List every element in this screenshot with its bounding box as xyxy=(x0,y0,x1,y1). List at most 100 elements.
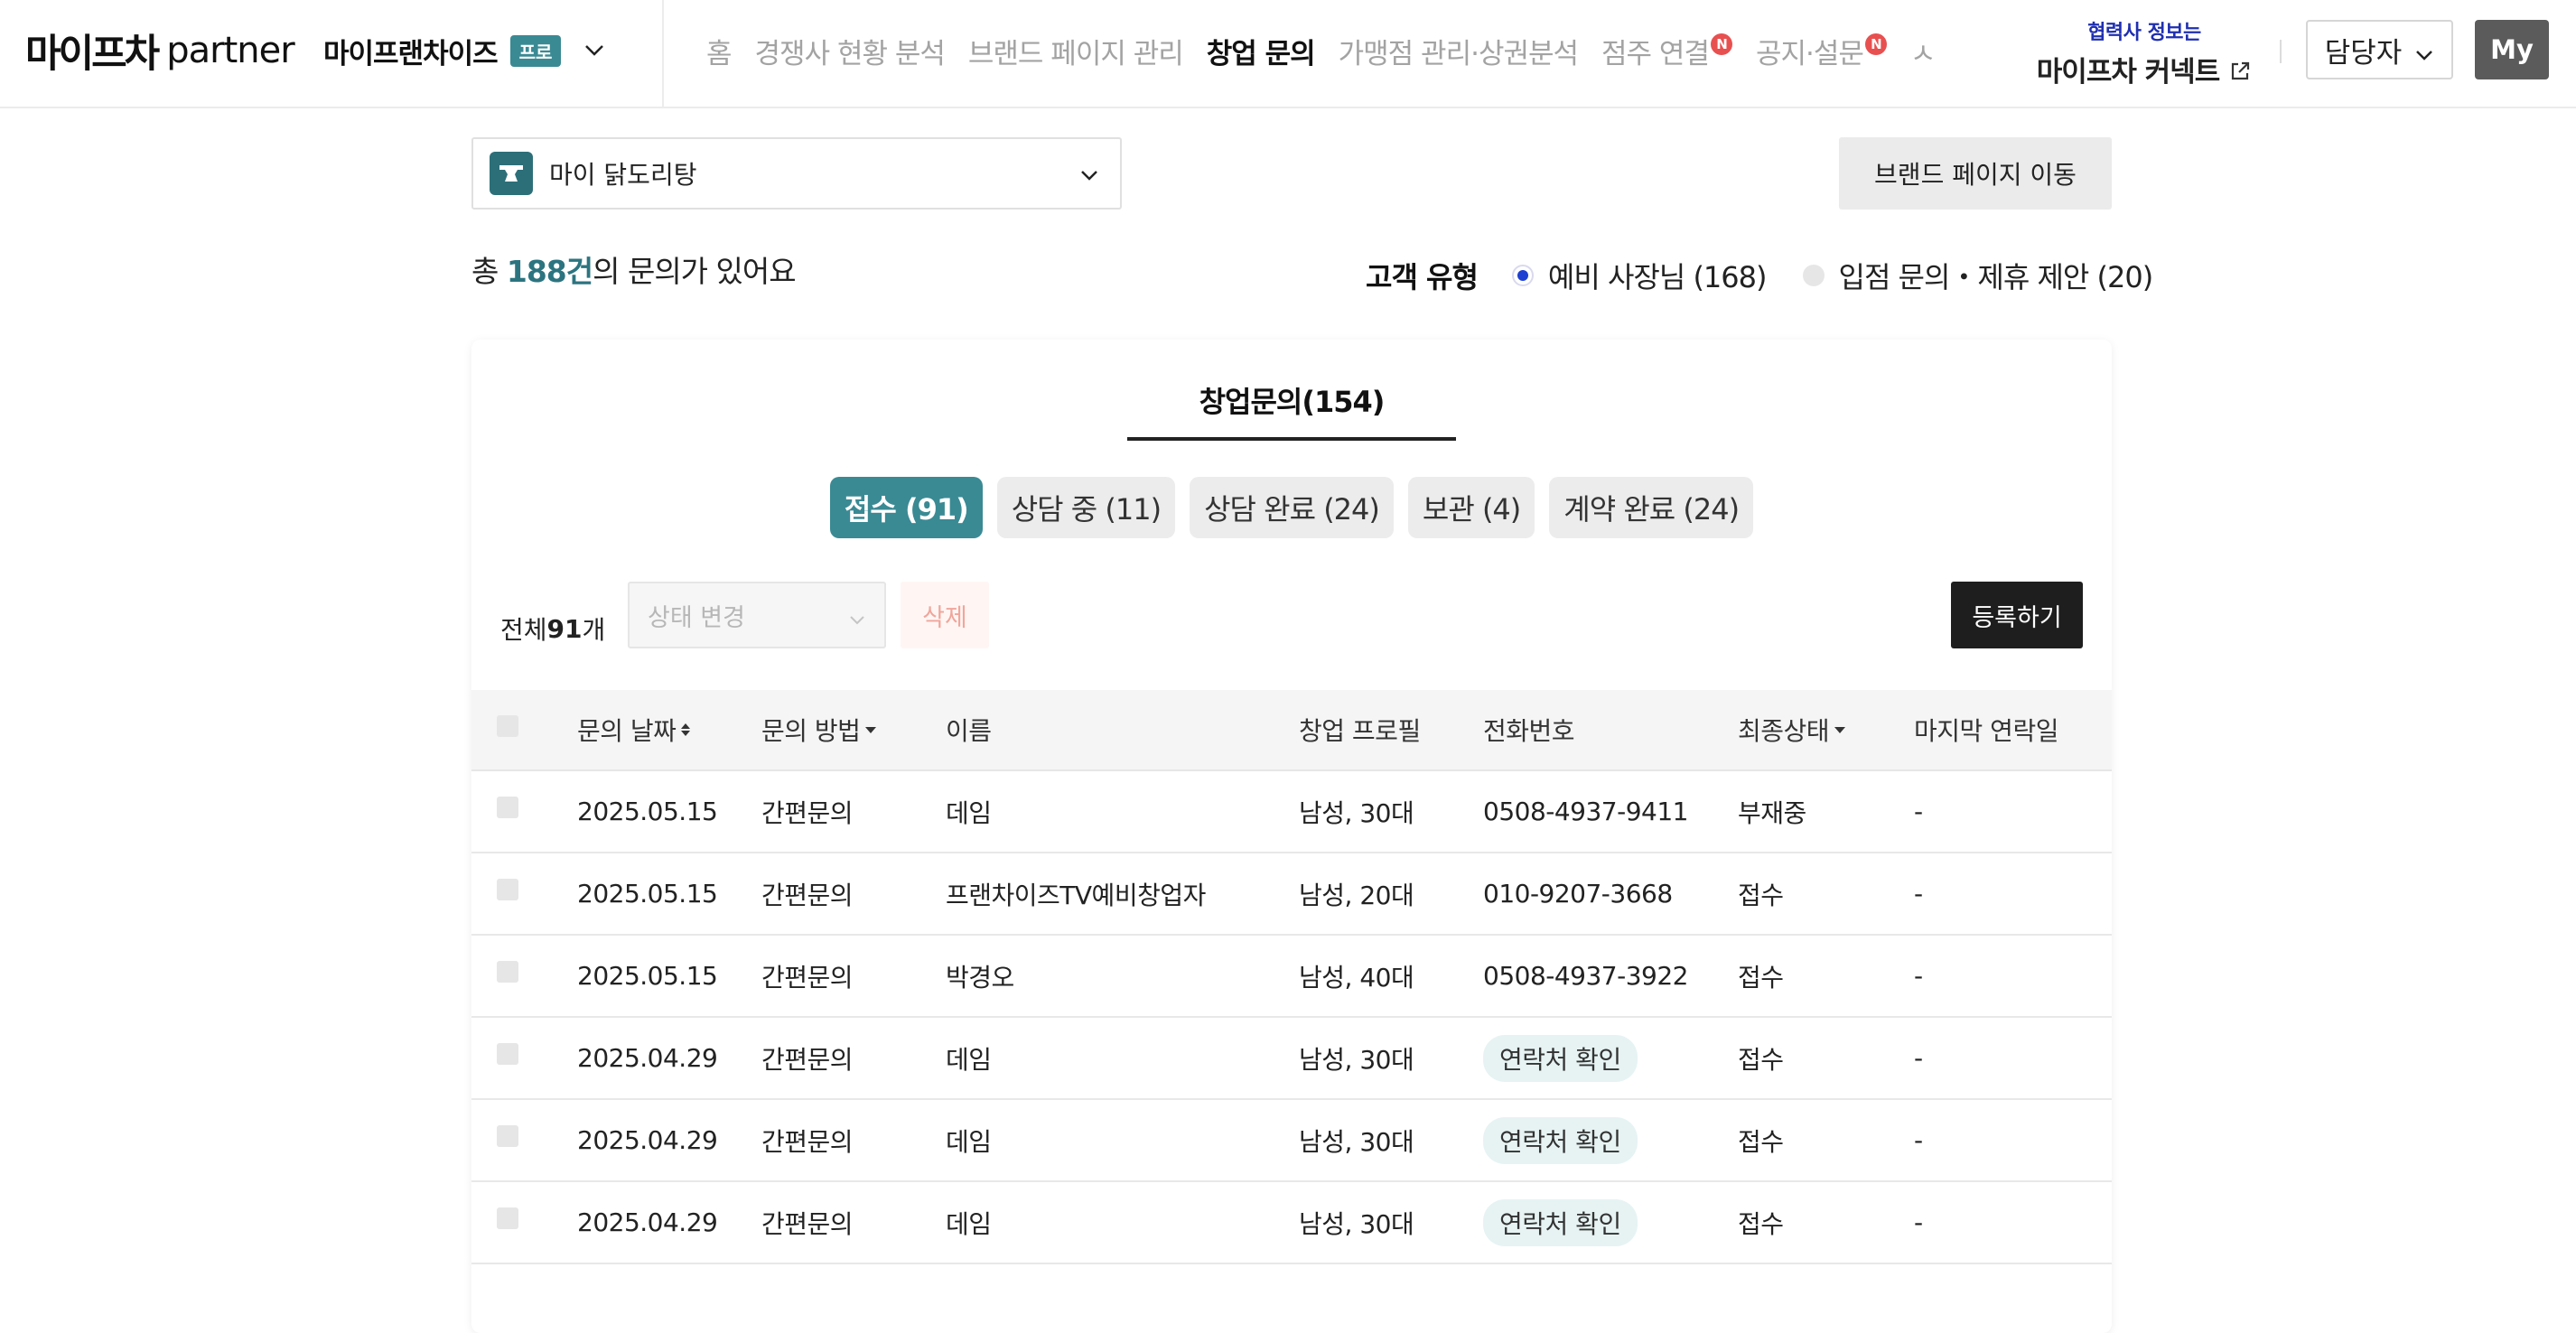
table-row[interactable]: 2025.05.15 간편문의 데임 남성, 30대 0508-4937-941… xyxy=(471,771,2112,853)
row-checkbox[interactable] xyxy=(497,1125,518,1147)
total-count: 188건 xyxy=(506,254,593,289)
header-divider-small xyxy=(2280,40,2282,63)
contact-reveal-button[interactable]: 연락처 확인 xyxy=(1483,1198,1638,1246)
row-checkbox[interactable] xyxy=(497,1043,518,1065)
column-header-phone: 전화번호 xyxy=(1483,716,1575,746)
cell-profile: 남성, 30대 xyxy=(1299,1126,1414,1157)
delete-button[interactable]: 삭제 xyxy=(901,582,989,648)
cell-last-contact: - xyxy=(1914,1125,1923,1155)
row-checkbox[interactable] xyxy=(497,879,518,900)
radio-prospective-owner[interactable]: 예비 사장님 (168) xyxy=(1511,255,1767,296)
cell-method: 간편문의 xyxy=(761,797,854,828)
brand-selector[interactable]: 마이 닭도리탕 xyxy=(471,137,1122,210)
cell-method: 간편문의 xyxy=(761,1208,854,1239)
status-tab-consulting[interactable]: 상담 중 (11) xyxy=(996,477,1176,538)
cell-phone: 0508-4937-9411 xyxy=(1483,797,1688,826)
radio-partnership[interactable]: 입점 문의・제휴 제안 (20) xyxy=(1802,255,2153,296)
table-row[interactable]: 2025.04.29 간편문의 데임 남성, 30대 연락처 확인 접수 - xyxy=(471,1100,2112,1182)
brand-page-button[interactable]: 브랜드 페이지 이동 xyxy=(1839,137,2112,210)
table-row[interactable]: 2025.05.15 간편문의 프랜차이즈TV예비창업자 남성, 20대 010… xyxy=(471,853,2112,936)
column-header-status[interactable]: 최종상태 xyxy=(1738,690,1846,769)
total-inquiries: 총 188건의 문의가 있어요 xyxy=(471,254,797,289)
nav-item-competitor[interactable]: 경쟁사 현황 분석 xyxy=(755,31,946,71)
cell-date: 2025.05.15 xyxy=(577,797,718,826)
status-tab-contracted[interactable]: 계약 완료 (24) xyxy=(1549,477,1754,538)
cell-date: 2025.04.29 xyxy=(577,1207,718,1237)
cell-profile: 남성, 30대 xyxy=(1299,1044,1414,1075)
row-checkbox[interactable] xyxy=(497,1207,518,1229)
connect-title: 마이프차 커넥트 xyxy=(2036,56,2220,89)
cell-last-contact: - xyxy=(1914,961,1923,991)
table-row[interactable]: 2025.05.15 간편문의 박경오 남성, 40대 0508-4937-39… xyxy=(471,936,2112,1018)
company-selector[interactable]: 마이프랜차이즈 프로 xyxy=(323,27,606,74)
cell-date: 2025.04.29 xyxy=(577,1043,718,1073)
item-count: 전체 91 개 xyxy=(500,613,606,646)
new-badge: N xyxy=(1864,33,1887,55)
cell-last-contact: - xyxy=(1914,879,1923,909)
register-button[interactable]: 등록하기 xyxy=(1951,582,2083,648)
cell-status: 접수 xyxy=(1738,880,1784,910)
cell-date: 2025.04.29 xyxy=(577,1125,718,1155)
nav-item-startup-inquiry[interactable]: 창업 문의 xyxy=(1207,31,1316,71)
nav-item-franchise-management[interactable]: 가맹점 관리·상권분석 xyxy=(1339,31,1579,71)
nav-item-notice-survey[interactable]: 공지·설문 N xyxy=(1756,31,1887,71)
chevron-down-icon xyxy=(848,607,866,625)
top-header: 마이프차 partner 마이프랜차이즈 프로 홈 경쟁사 현황 분석 브랜드 … xyxy=(0,0,2576,108)
status-tab-received[interactable]: 접수 (91) xyxy=(829,477,983,538)
logo[interactable]: 마이프차 partner xyxy=(25,27,295,77)
customer-type-filter: 고객 유형 예비 사장님 (168) 입점 문의・제휴 제안 (20) xyxy=(1366,253,2153,298)
radio-selected-icon xyxy=(1511,265,1534,286)
customer-type-label: 고객 유형 xyxy=(1366,260,1479,294)
status-change-dropdown[interactable]: 상태 변경 xyxy=(628,582,886,648)
connect-link[interactable]: 협력사 정보는 마이프차 커넥트 xyxy=(2027,16,2262,89)
cell-phone: 010-9207-3668 xyxy=(1483,879,1673,909)
chevron-down-icon xyxy=(1078,164,1100,186)
status-tab-archived[interactable]: 보관 (4) xyxy=(1407,477,1535,538)
new-badge: N xyxy=(1710,33,1732,55)
row-checkbox[interactable] xyxy=(497,961,518,983)
cell-status: 접수 xyxy=(1738,1044,1784,1075)
contact-reveal-button[interactable]: 연락처 확인 xyxy=(1483,1034,1638,1082)
cell-status: 접수 xyxy=(1738,1208,1784,1239)
tab-startup-inquiry[interactable]: 창업문의(154) xyxy=(1127,367,1456,441)
nav-item-owner-connect[interactable]: 점주 연결 N xyxy=(1601,31,1732,71)
column-header-method[interactable]: 문의 방법 xyxy=(761,690,877,769)
my-button[interactable]: My xyxy=(2475,20,2549,79)
pro-badge: 프로 xyxy=(509,34,562,67)
cell-method: 간편문의 xyxy=(761,962,854,993)
manager-dropdown[interactable]: 담당자 xyxy=(2306,20,2453,79)
logo-partner: partner xyxy=(166,30,294,71)
table-header: 문의 날짜 문의 방법 이름 창업 프로필 전화번호 최종상태 마지막 연락일 xyxy=(471,690,2112,771)
column-header-profile: 창업 프로필 xyxy=(1299,716,1421,746)
status-tab-consulted[interactable]: 상담 완료 (24) xyxy=(1190,477,1394,538)
nav-item-home[interactable]: 홈 xyxy=(706,31,733,71)
header-divider xyxy=(662,0,664,108)
cell-status: 부재중 xyxy=(1738,797,1806,828)
column-header-name: 이름 xyxy=(946,716,992,746)
column-header-date[interactable]: 문의 날짜 xyxy=(577,690,691,769)
cell-date: 2025.05.15 xyxy=(577,879,718,909)
cell-status: 접수 xyxy=(1738,962,1784,993)
cell-name: 데임 xyxy=(946,797,992,828)
table-row[interactable]: 2025.04.29 간편문의 데임 남성, 30대 연락처 확인 접수 - xyxy=(471,1182,2112,1264)
select-all-checkbox[interactable] xyxy=(497,715,518,737)
dropdown-caret-icon xyxy=(1834,726,1846,733)
cell-profile: 남성, 40대 xyxy=(1299,962,1414,993)
nav-item-truncated[interactable]: ㅅ xyxy=(1910,31,1937,71)
contact-reveal-button[interactable]: 연락처 확인 xyxy=(1483,1116,1638,1164)
row-checkbox[interactable] xyxy=(497,797,518,818)
cell-profile: 남성, 30대 xyxy=(1299,797,1414,828)
cell-profile: 남성, 30대 xyxy=(1299,1208,1414,1239)
cell-profile: 남성, 20대 xyxy=(1299,880,1414,910)
manager-label: 담당자 xyxy=(2324,36,2403,70)
cell-status: 접수 xyxy=(1738,1126,1784,1157)
cell-last-contact: - xyxy=(1914,1207,1923,1237)
cell-last-contact: - xyxy=(1914,1043,1923,1073)
table-row[interactable]: 2025.04.29 간편문의 데임 남성, 30대 연락처 확인 접수 - xyxy=(471,1018,2112,1100)
cell-last-contact: - xyxy=(1914,797,1923,826)
cell-method: 간편문의 xyxy=(761,1126,854,1157)
external-link-icon xyxy=(2228,58,2252,81)
nav-item-brand-page[interactable]: 브랜드 페이지 관리 xyxy=(968,31,1184,71)
status-change-placeholder: 상태 변경 xyxy=(648,603,745,632)
company-name: 마이프랜차이즈 xyxy=(323,37,499,70)
